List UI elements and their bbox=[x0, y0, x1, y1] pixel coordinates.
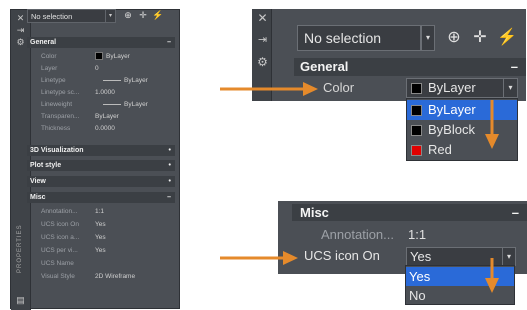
callout-arrow-down-red bbox=[485, 100, 499, 149]
callout-arrows bbox=[220, 82, 499, 293]
callout-arrow-ucs bbox=[220, 251, 298, 265]
callout-arrow-down-no bbox=[485, 258, 499, 293]
callout-arrow-color bbox=[220, 82, 318, 96]
